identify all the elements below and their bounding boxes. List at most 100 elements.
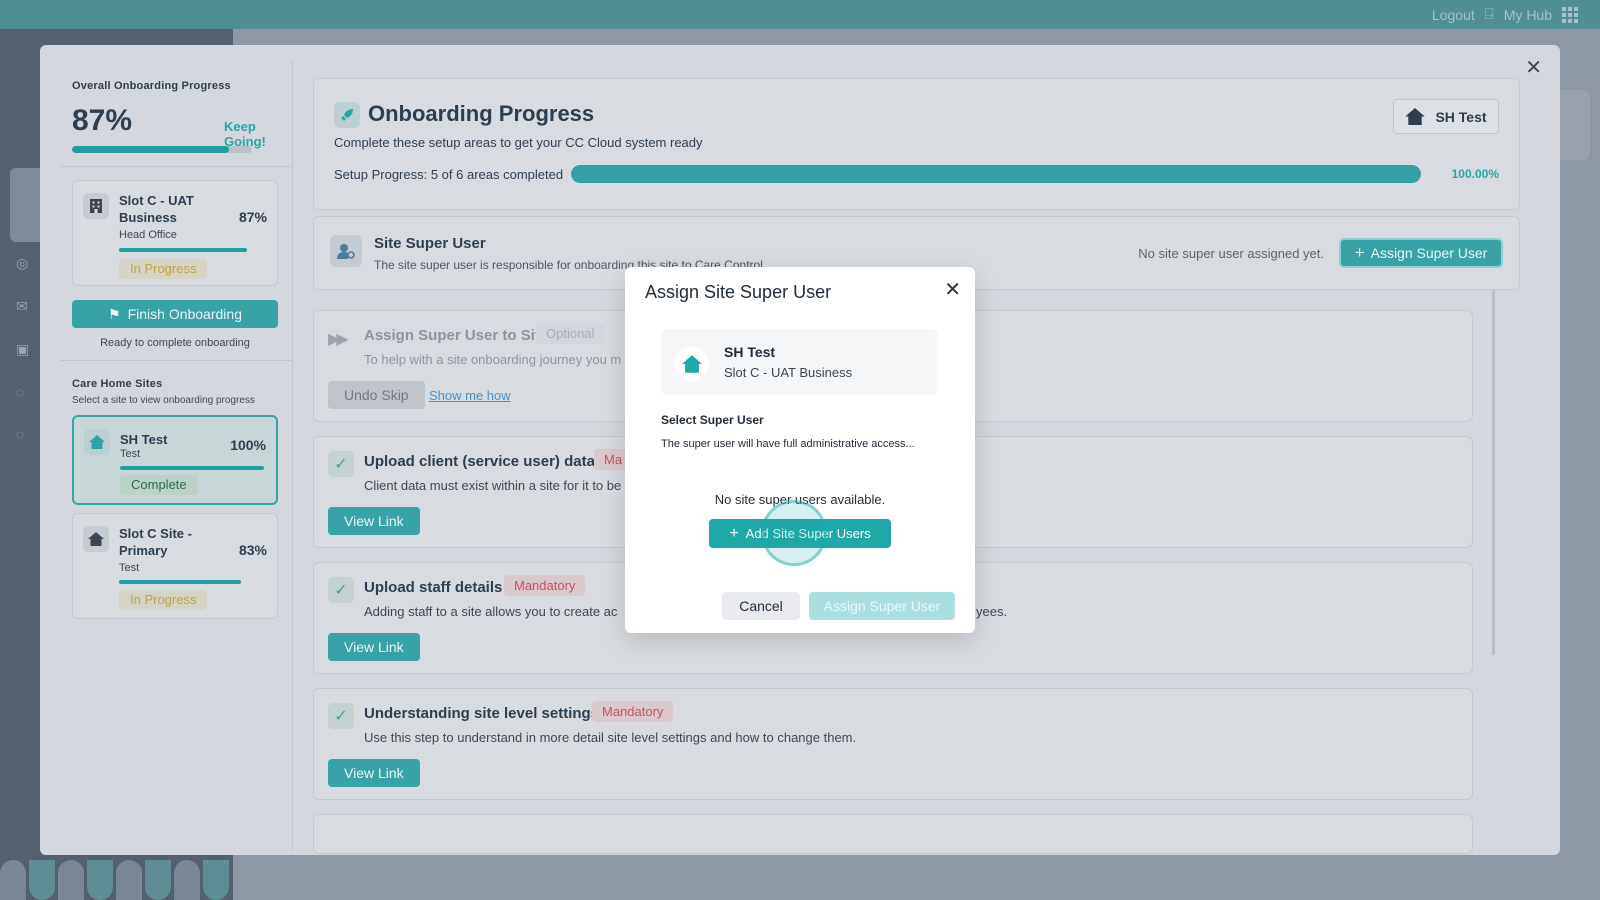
step-title: Upload client (service user) data [364, 453, 595, 470]
step-title: Assign Super User to Site [364, 327, 549, 344]
dialog-site-box: SH Test Slot C - UAT Business [661, 329, 938, 395]
sites-subtitle: Select a site to view onboarding progres… [72, 395, 255, 406]
business-progress-bar [119, 248, 247, 252]
plus-icon: + [1354, 243, 1365, 262]
check-icon: ✓ [328, 577, 354, 603]
user-icon: ◎ [16, 255, 29, 271]
site-badge-label: SH Test [1435, 108, 1487, 125]
setup-progress-label: Setup Progress: 5 of 6 areas completed [334, 167, 564, 182]
dialog-site-sub: Slot C - UAT Business [724, 365, 853, 380]
step-description-tail: yees. [976, 604, 1008, 619]
step-description: Client data must exist within a site for… [364, 478, 622, 493]
add-site-super-users-label: Add Site Super Users [745, 526, 871, 541]
status-badge: In Progress [119, 259, 208, 279]
top-bar: Logout ⍈ My Hub [0, 0, 1600, 29]
assign-super-user-button[interactable]: + Assign Super User [1339, 238, 1503, 268]
step-description: To help with a site onboarding journey y… [364, 352, 622, 367]
step-description: Use this step to understand in more deta… [364, 730, 857, 745]
scrollbar[interactable] [1492, 290, 1495, 655]
super-user-title: Site Super User [374, 235, 486, 252]
no-super-user-text: No site super user assigned yet. [1138, 246, 1324, 261]
view-link-button[interactable]: View Link [328, 759, 420, 787]
business-sub: Head Office [119, 229, 177, 241]
assign-super-user-dialog: Assign Site Super User ✕ SH Test Slot C … [625, 267, 975, 633]
step-description: Adding staff to a site allows you to cre… [364, 604, 618, 619]
undo-skip-button[interactable]: Undo Skip [328, 381, 425, 409]
site-percent: 83% [238, 542, 267, 558]
dialog-site-name: SH Test [724, 344, 776, 360]
mandatory-tag: Mandatory [504, 575, 586, 596]
business-name: Slot C - UAT Business [119, 193, 194, 225]
select-super-user-label: Select Super User [661, 413, 764, 427]
step-next [313, 814, 1473, 854]
chat-icon: ◌ [16, 384, 25, 400]
site-sub: Test [120, 448, 141, 460]
finish-onboarding-label: Finish Onboarding [127, 306, 242, 322]
background-pattern [0, 860, 233, 900]
ready-text: Ready to complete onboarding [100, 337, 250, 349]
home-icon [83, 526, 109, 552]
keep-going-text: Keep Going! [224, 119, 266, 149]
finish-onboarding-button[interactable]: ⚑ Finish Onboarding [72, 300, 278, 328]
site-name: Slot C Site - Primary [119, 526, 192, 558]
chat-icon: ◌ [16, 426, 25, 442]
business-card[interactable]: Slot C - UAT Business 87% Head Office In… [72, 180, 278, 286]
flag-icon: ⚑ [108, 305, 121, 322]
close-icon[interactable]: ✕ [1525, 55, 1542, 80]
view-link-button[interactable]: View Link [328, 633, 420, 661]
onboarding-progress-panel: Onboarding Progress SH Test Complete the… [313, 78, 1520, 210]
my-hub-link[interactable]: My Hub [1504, 7, 1552, 23]
no-super-users-text: No site super users available. [714, 492, 886, 507]
mail-icon: ✉ [16, 298, 28, 314]
site-card-slot-c-primary[interactable]: Slot C Site - Primary 83% Test In Progre… [72, 513, 278, 619]
show-me-how-link[interactable]: Show me how [429, 388, 511, 403]
building-icon [83, 193, 109, 219]
close-icon[interactable]: ✕ [944, 277, 961, 302]
select-super-user-description: The super user will have full administra… [661, 438, 915, 450]
cancel-button[interactable]: Cancel [722, 592, 800, 620]
divider [60, 360, 293, 361]
status-badge: Complete [120, 475, 198, 495]
rocket-icon [334, 102, 360, 128]
divider [60, 166, 293, 167]
step-title: Upload staff details [364, 579, 503, 596]
mandatory-tag: Mandatory [592, 701, 674, 722]
site-name: SH Test [120, 432, 168, 447]
overall-progress-bar [72, 146, 252, 153]
home-icon [675, 347, 709, 381]
site-card-sh-test[interactable]: SH Test 100% Test Complete [72, 415, 278, 505]
skip-icon: ▶▶ [328, 331, 349, 348]
background-progress-card [10, 168, 44, 242]
home-icon [1405, 108, 1426, 125]
home-icon [84, 429, 110, 455]
check-icon: ✓ [328, 703, 354, 729]
left-panel: Overall Onboarding Progress 87% Keep Goi… [60, 60, 293, 850]
site-percent: 100% [230, 437, 266, 453]
status-badge: In Progress [119, 590, 208, 610]
sites-title: Care Home Sites [72, 378, 163, 390]
overall-percent: 87% [72, 104, 133, 137]
site-sub: Test [119, 562, 140, 574]
check-icon: ✓ [328, 451, 354, 477]
view-link-button[interactable]: View Link [328, 507, 420, 535]
overall-title: Overall Onboarding Progress [72, 80, 231, 92]
optional-tag: Optional [536, 323, 605, 344]
plus-icon: + [729, 524, 739, 542]
dialog-title: Assign Site Super User [645, 282, 832, 302]
user-gear-icon [330, 235, 362, 267]
site-badge[interactable]: SH Test [1393, 99, 1499, 134]
add-site-super-users-button[interactable]: + Add Site Super Users [709, 519, 891, 548]
step-site-settings: ✓ Understanding site level settings Mand… [313, 688, 1473, 800]
assign-super-user-label: Assign Super User [1370, 245, 1488, 261]
setup-progress-fill [571, 165, 1421, 183]
apps-grid-icon[interactable] [1562, 6, 1578, 23]
panel-divider [292, 60, 293, 850]
setup-progress-bar [571, 165, 1421, 183]
background-nav-icons: ◎ ✉ ▣ ◌ ◌ [16, 255, 29, 442]
page-title: Onboarding Progress [368, 101, 595, 126]
logout-icon[interactable]: ⍈ [1485, 6, 1494, 23]
assign-super-user-button[interactable]: Assign Super User [809, 592, 955, 620]
top-links: Logout ⍈ My Hub [1432, 6, 1578, 23]
calendar-icon: ▣ [16, 341, 30, 357]
logout-link[interactable]: Logout [1432, 7, 1475, 23]
